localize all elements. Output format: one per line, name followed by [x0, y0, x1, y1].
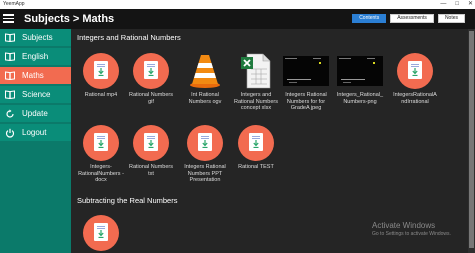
item-caption: IntegersRationalA ndIrrational [393, 92, 437, 105]
sidebar-item-update[interactable]: Update [0, 105, 71, 123]
sidebar-item-subjects[interactable]: Subjects [0, 29, 71, 47]
refresh-icon [5, 109, 15, 119]
content-item[interactable]: Rational Numbers gif [126, 53, 176, 105]
download-icon [83, 215, 119, 251]
book-icon [5, 90, 15, 100]
sidebar-item-label: Science [22, 90, 51, 99]
item-caption: Integers and Rational Numbers concept xl… [233, 92, 279, 111]
sidebar-item-label: Subjects [22, 33, 53, 42]
app-header: Subjects > Maths Contents Assessments No… [0, 9, 475, 29]
download-icon [397, 53, 433, 89]
sidebar-item-label: Logout [22, 128, 47, 137]
item-caption: Rational mp4 [84, 92, 118, 98]
sidebar-item-english[interactable]: English [0, 48, 71, 66]
section-title: Subtracting the Real Numbers [77, 196, 178, 205]
activation-watermark: Activate Windows Go to Settings to activ… [372, 221, 451, 238]
download-icon [187, 125, 223, 161]
content-item[interactable]: Int Rational Numbers ogv [180, 53, 230, 105]
vertical-scrollbar[interactable] [468, 29, 475, 253]
vlc-icon [187, 53, 223, 89]
content-item[interactable] [76, 215, 126, 251]
sidebar-item-science[interactable]: Science [0, 86, 71, 104]
content-area: Integers and Rational Numbers Rational m… [71, 29, 468, 253]
content-item[interactable]: Rational TEST [231, 125, 281, 171]
window-controls: — □ ✕ [440, 0, 473, 9]
watermark-subtitle: Go to Settings to activate Windows. [372, 231, 451, 237]
image-thumbnail [283, 53, 329, 89]
window-titlebar: YeemApp — □ ✕ [0, 0, 475, 9]
item-caption: Integers Rational Numbers PPT Presentati… [184, 164, 226, 183]
book-icon [5, 71, 15, 81]
content-item[interactable]: Integers_Rational_ Numbers-png [333, 53, 387, 105]
watermark-title: Activate Windows [372, 221, 436, 230]
sidebar-item-label: Update [22, 109, 48, 118]
content-item[interactable]: IntegersRationalA ndIrrational [387, 53, 443, 105]
content-item[interactable]: Integers and Rational Numbers concept xl… [231, 53, 281, 112]
content-item[interactable]: Rational mp4 [76, 53, 126, 99]
download-icon [133, 53, 169, 89]
minimize-button[interactable]: — [440, 0, 446, 9]
item-caption: Integers Rational Numbers for for GradeA… [285, 92, 327, 111]
item-caption: Rational Numbers txt [128, 164, 174, 177]
sidebar-item-maths[interactable]: Maths [0, 67, 71, 85]
power-icon [5, 128, 15, 138]
sidebar: Subjects English Maths Science Update Lo… [0, 29, 71, 253]
sidebar-item-logout[interactable]: Logout [0, 124, 71, 142]
breadcrumb: Subjects > Maths [24, 13, 115, 25]
item-caption: Rational Numbers gif [128, 92, 174, 105]
download-icon [83, 125, 119, 161]
content-item[interactable]: Integers-RationalNumbers -docx [74, 125, 128, 184]
image-thumbnail [337, 53, 383, 89]
tab-notes[interactable]: Notes [437, 14, 465, 23]
item-caption: Integers-RationalNumbers -docx [78, 164, 124, 183]
item-caption: Rational TEST [238, 164, 274, 170]
maximize-button[interactable]: □ [455, 0, 459, 9]
tab-contents[interactable]: Contents [352, 14, 387, 23]
close-button[interactable]: ✕ [468, 0, 473, 9]
scrollbar-thumb[interactable] [469, 31, 474, 248]
book-icon [5, 33, 15, 43]
section-title: Integers and Rational Numbers [77, 33, 181, 42]
content-item[interactable]: Rational Numbers txt [126, 125, 176, 177]
view-tabs: Contents Assessments Notes [352, 14, 465, 23]
content-item[interactable]: Integers Rational Numbers PPT Presentati… [178, 125, 232, 184]
download-icon [238, 125, 274, 161]
sidebar-item-label: Maths [22, 71, 44, 80]
item-caption: Int Rational Numbers ogv [188, 92, 222, 105]
download-icon [133, 125, 169, 161]
book-icon [5, 52, 15, 62]
download-icon [83, 53, 119, 89]
item-caption: Integers_Rational_ Numbers-png [336, 92, 384, 105]
excel-icon [238, 53, 274, 89]
content-item[interactable]: Integers Rational Numbers for for GradeA… [279, 53, 333, 112]
hamburger-menu-icon[interactable] [3, 14, 14, 23]
app-title: YeemApp [3, 1, 25, 7]
tab-assessments[interactable]: Assessments [390, 14, 434, 23]
sidebar-item-label: English [22, 52, 49, 61]
